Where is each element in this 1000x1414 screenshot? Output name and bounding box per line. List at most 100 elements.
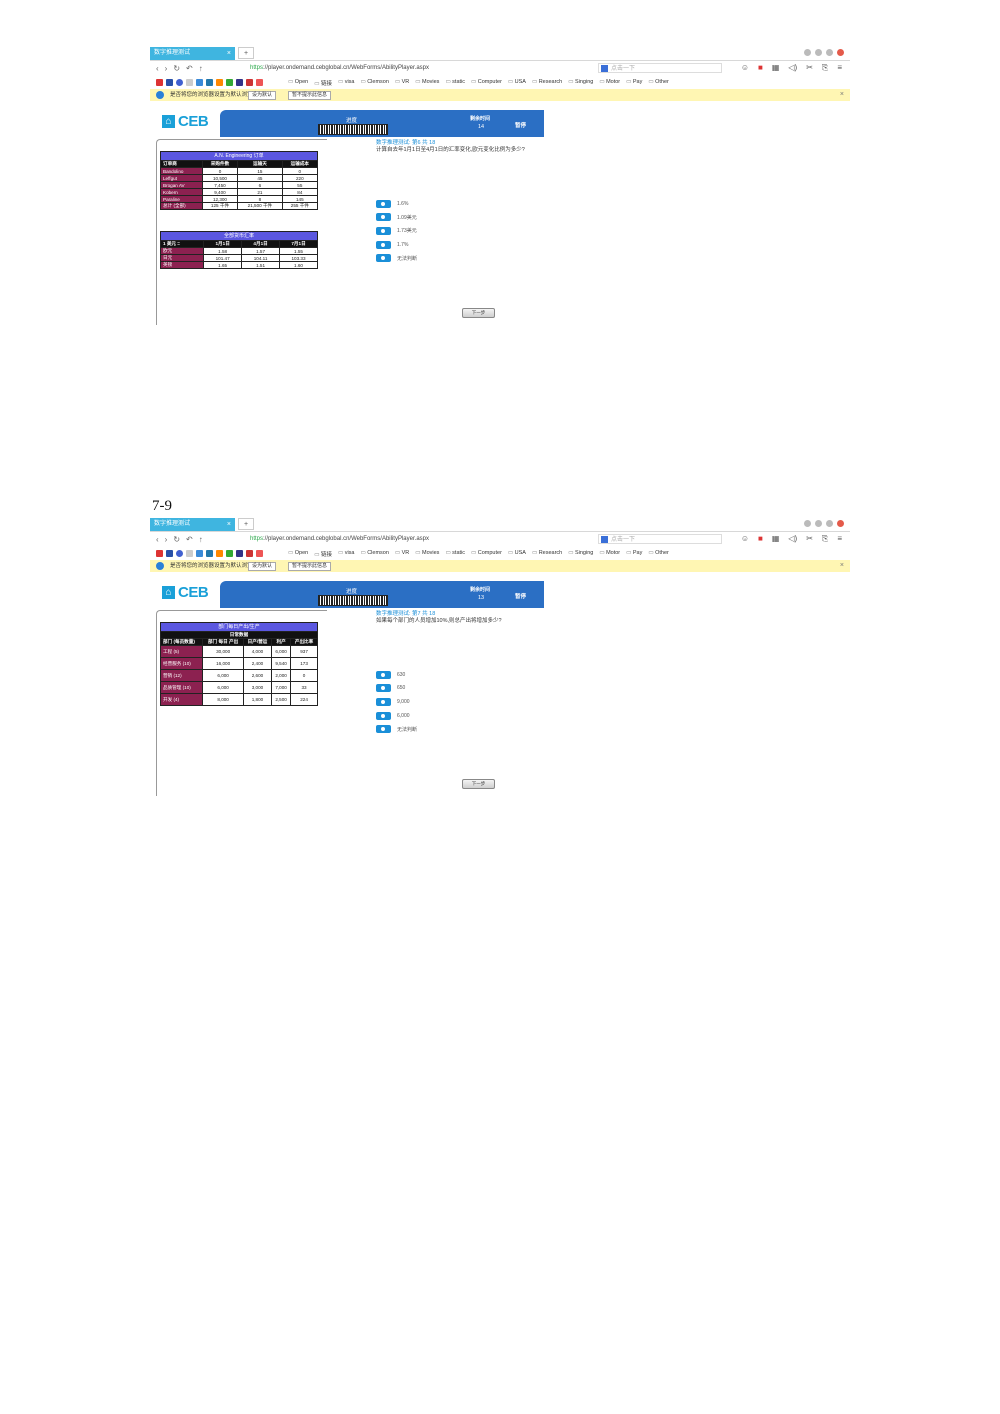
bookmark-item[interactable]: USA	[508, 550, 526, 558]
address-bar[interactable]: https://player.ondemand.cebglobal.cn/Web…	[250, 63, 610, 74]
answer-option[interactable]: 1.6%	[376, 197, 417, 211]
bookmark-item[interactable]: Other	[648, 550, 669, 558]
smile-icon[interactable]: ☺	[741, 63, 749, 73]
answer-option[interactable]: 1.73美元	[376, 224, 417, 238]
answer-option[interactable]: 无法判断	[376, 251, 417, 265]
doc-icon[interactable]	[186, 79, 193, 86]
bookmark-item[interactable]: 链接	[314, 79, 332, 87]
bookmark-item[interactable]: Other	[648, 79, 669, 87]
menu-icon[interactable]: ≡	[837, 63, 842, 73]
search-input[interactable]: 点击一下	[598, 534, 722, 544]
record-icon[interactable]: ■	[758, 534, 763, 544]
bookmark-item[interactable]: Movies	[415, 79, 439, 87]
refresh-icon[interactable]: ↻	[173, 535, 180, 544]
browser-tab[interactable]: 数字推理测试 ×	[150, 47, 235, 60]
grid2-icon[interactable]	[236, 79, 243, 86]
restore-icon[interactable]	[815, 520, 822, 527]
menu-icon[interactable]: ≡	[837, 534, 842, 544]
minimize-icon[interactable]	[804, 520, 811, 527]
next-button[interactable]: 下一步	[462, 308, 495, 318]
tencent-icon[interactable]	[206, 79, 213, 86]
grid-icon[interactable]: ▦	[772, 63, 780, 73]
rss-icon[interactable]	[216, 550, 223, 557]
bookmark-item[interactable]: Singing	[568, 550, 593, 558]
tab-close-icon[interactable]: ×	[227, 47, 231, 60]
maximize-icon[interactable]	[826, 49, 833, 56]
doc-icon[interactable]	[186, 550, 193, 557]
gmail-icon[interactable]	[166, 550, 173, 557]
bookmark-item[interactable]: Movies	[415, 550, 439, 558]
answer-option[interactable]: 9,000	[376, 695, 417, 709]
dont-show-button[interactable]: 暂不提示此信息	[288, 91, 332, 100]
answer-option[interactable]: 650	[376, 682, 417, 696]
new-tab-button[interactable]: +	[238, 518, 254, 530]
infobar-close-icon[interactable]: ×	[840, 560, 844, 572]
search-input[interactable]: 点击一下	[598, 63, 722, 73]
mail-icon[interactable]	[246, 550, 253, 557]
radio-button[interactable]	[376, 684, 391, 693]
restore-icon[interactable]	[815, 49, 822, 56]
smile-icon[interactable]: ☺	[741, 534, 749, 544]
sound-icon[interactable]: ◁)	[788, 534, 797, 544]
dont-show-button[interactable]: 暂不提示此信息	[288, 562, 332, 571]
record-icon[interactable]: ■	[758, 63, 763, 73]
weibo-icon[interactable]	[156, 550, 163, 557]
radio-button[interactable]	[376, 670, 391, 679]
bookmark-item[interactable]: Pay	[626, 550, 642, 558]
tencent-icon[interactable]	[206, 550, 213, 557]
bookmark-item[interactable]: Pay	[626, 79, 642, 87]
new-tab-button[interactable]: +	[238, 47, 254, 59]
grid-icon[interactable]: ▦	[772, 534, 780, 544]
bookmark-item[interactable]: Singing	[568, 79, 593, 87]
copy-icon[interactable]: ⎘	[822, 534, 828, 544]
grid2-icon[interactable]	[236, 550, 243, 557]
answer-option[interactable]: 1.09美元	[376, 211, 417, 225]
bookmark-item[interactable]: Research	[532, 79, 563, 87]
sound-icon[interactable]: ◁)	[788, 63, 797, 73]
home-icon[interactable]: ↑	[199, 64, 203, 73]
refresh-icon[interactable]: ↻	[173, 64, 180, 73]
scissors-icon[interactable]: ✂	[806, 534, 813, 544]
undo-icon[interactable]: ↶	[186, 64, 193, 73]
bookmark-item[interactable]: visa	[338, 79, 355, 87]
radio-button[interactable]	[376, 725, 391, 734]
video-icon[interactable]	[256, 550, 263, 557]
pause-button[interactable]: 暂停	[515, 592, 526, 600]
bookmark-item[interactable]: Clemson	[360, 79, 389, 87]
set-default-button[interactable]: 设为默认	[248, 91, 277, 100]
bookmark-item[interactable]: Open	[288, 550, 308, 558]
radio-button[interactable]	[376, 711, 391, 720]
radio-button[interactable]	[376, 213, 391, 222]
image-icon[interactable]	[196, 79, 203, 86]
bookmark-item[interactable]: static	[445, 550, 465, 558]
maximize-icon[interactable]	[826, 520, 833, 527]
address-bar[interactable]: https://player.ondemand.cebglobal.cn/Web…	[250, 534, 610, 545]
radio-button[interactable]	[376, 254, 391, 263]
bookmark-item[interactable]: USA	[508, 79, 526, 87]
pause-button[interactable]: 暂停	[515, 121, 526, 129]
answer-option[interactable]: 1.7%	[376, 238, 417, 252]
home-icon[interactable]: ↑	[199, 535, 203, 544]
answer-option[interactable]: 6,000	[376, 709, 417, 723]
radio-button[interactable]	[376, 240, 391, 249]
chrome-icon[interactable]	[176, 550, 183, 557]
radio-button[interactable]	[376, 697, 391, 706]
radio-button[interactable]	[376, 226, 391, 235]
undo-icon[interactable]: ↶	[186, 535, 193, 544]
mail-icon[interactable]	[246, 79, 253, 86]
image-icon[interactable]	[196, 550, 203, 557]
next-button[interactable]: 下一步	[462, 779, 495, 789]
bookmark-item[interactable]: VR	[395, 550, 410, 558]
answer-option[interactable]: 无法判断	[376, 722, 417, 736]
infobar-close-icon[interactable]: ×	[840, 89, 844, 101]
forward-icon[interactable]: ›	[165, 64, 168, 73]
bookmark-item[interactable]: Research	[532, 550, 563, 558]
bookmark-item[interactable]: visa	[338, 550, 355, 558]
bookmark-item[interactable]: Computer	[471, 550, 502, 558]
bookmark-item[interactable]: VR	[395, 79, 410, 87]
browser-tab[interactable]: 数字推理测试 ×	[150, 518, 235, 531]
answer-option[interactable]: 630	[376, 668, 417, 682]
bookmark-item[interactable]: Motor	[599, 550, 620, 558]
minimize-icon[interactable]	[804, 49, 811, 56]
forward-icon[interactable]: ›	[165, 535, 168, 544]
